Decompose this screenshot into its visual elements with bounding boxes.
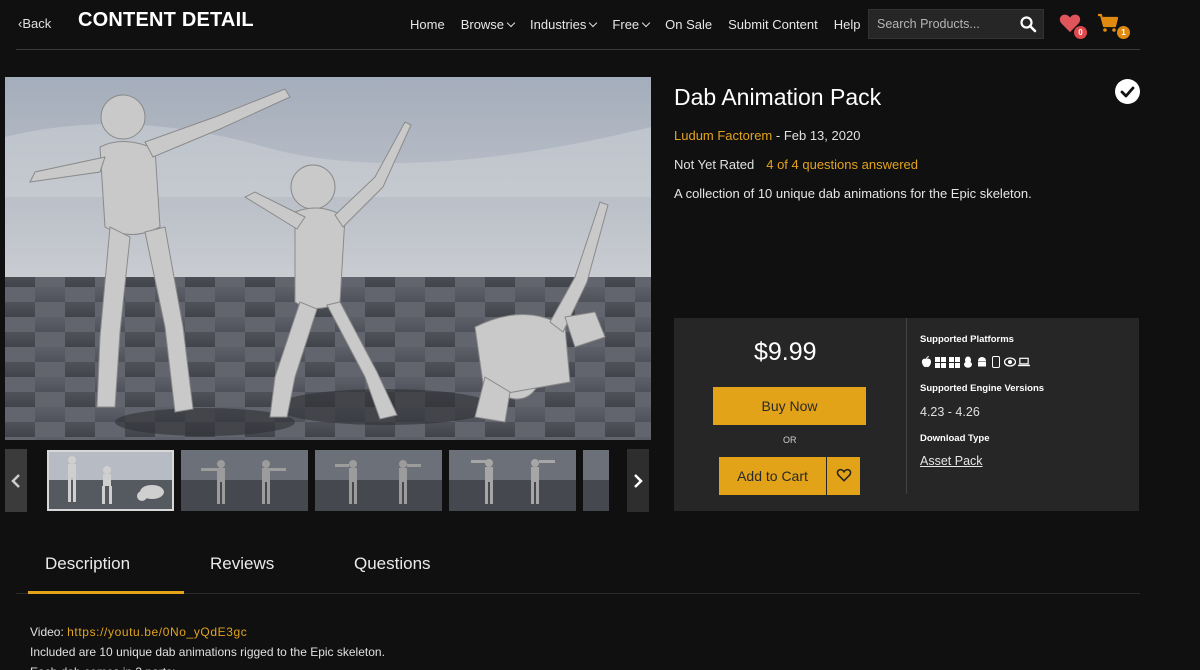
- chevron-right-icon: [634, 473, 643, 488]
- back-button[interactable]: ‹Back: [18, 16, 51, 31]
- chevron-down-icon: [506, 18, 516, 27]
- nav-browse[interactable]: Browse: [461, 17, 516, 32]
- thumbnail-4[interactable]: [449, 450, 576, 511]
- rating-status: Not Yet Rated: [674, 157, 755, 172]
- header-divider: [16, 49, 1140, 50]
- questions-link[interactable]: 4 of 4 questions answered: [766, 157, 918, 172]
- tab-description[interactable]: Description: [45, 554, 130, 574]
- thumbnail-1[interactable]: [47, 450, 174, 511]
- author-link[interactable]: Ludum Factorem: [674, 128, 772, 143]
- add-to-wishlist-button[interactable]: [827, 457, 860, 495]
- content-tabs: Description Reviews Questions: [16, 546, 1140, 594]
- price: $9.99: [754, 338, 817, 366]
- main-nav: Home Browse Industries Free On Sale Subm…: [410, 17, 877, 32]
- chevron-down-icon: [589, 18, 598, 27]
- product-title: Dab Animation Pack: [674, 84, 882, 110]
- thumbnail-carousel: [5, 449, 651, 512]
- tab-reviews[interactable]: Reviews: [210, 554, 274, 574]
- or-label: OR: [783, 435, 797, 445]
- short-description: A collection of 10 unique dab animations…: [674, 186, 1032, 201]
- description-line: Each dab comes in 3 parts:: [30, 662, 385, 670]
- apple-icon: [920, 356, 932, 368]
- thumbnail-2[interactable]: [181, 450, 308, 511]
- cart-icon: [1098, 13, 1119, 32]
- owned-check-icon[interactable]: [1115, 79, 1140, 104]
- thumbnail-5[interactable]: [583, 450, 609, 511]
- tab-questions[interactable]: Questions: [354, 554, 431, 574]
- thumbnail-image: [315, 450, 442, 511]
- android-icon: [976, 356, 988, 368]
- cart-count-badge: 1: [1117, 26, 1130, 39]
- active-tab-indicator: [28, 591, 184, 594]
- rating-row: Not Yet Rated 4 of 4 questions answered: [674, 157, 918, 172]
- release-date: - Feb 13, 2020: [772, 128, 861, 143]
- thumbnail-image: [47, 450, 174, 511]
- engine-heading: Supported Engine Versions: [920, 383, 1045, 394]
- chevron-left-icon: [11, 473, 20, 488]
- thumbnail-image: [449, 450, 576, 511]
- thumbnail-image: [181, 450, 308, 511]
- back-label: Back: [22, 16, 52, 31]
- linux-icon: [962, 356, 974, 368]
- product-meta: Ludum Factorem - Feb 13, 2020: [674, 128, 860, 143]
- header: ‹Back CONTENT DETAIL Home Browse Industr…: [0, 0, 1200, 50]
- buy-now-button[interactable]: Buy Now: [713, 387, 866, 425]
- search-box: [868, 9, 1044, 39]
- add-to-cart-button[interactable]: Add to Cart: [719, 457, 826, 495]
- chevron-down-icon: [641, 18, 651, 27]
- purchase-panel: $9.99 Buy Now OR Add to Cart Supported P…: [674, 318, 1139, 511]
- windows-icon: [934, 356, 946, 368]
- wishlist-count-badge: 0: [1074, 26, 1087, 39]
- engine-versions: 4.23 - 4.26: [920, 405, 980, 419]
- vr-icon: [1004, 356, 1016, 368]
- nav-help[interactable]: Help: [834, 17, 861, 32]
- search-input[interactable]: [869, 10, 1015, 38]
- page-title: CONTENT DETAIL: [78, 9, 254, 31]
- nav-free[interactable]: Free: [612, 17, 651, 32]
- product-main-image[interactable]: [5, 77, 651, 440]
- mannequin-scene-image: [5, 77, 651, 440]
- platforms-heading: Supported Platforms: [920, 334, 1014, 345]
- nav-home[interactable]: Home: [410, 17, 445, 32]
- search-icon[interactable]: [1019, 15, 1037, 33]
- video-link[interactable]: https://youtu.be/0No_yQdE3gc: [67, 625, 247, 639]
- download-type-link[interactable]: Asset Pack: [920, 454, 983, 468]
- wishlist-button[interactable]: 0: [1059, 11, 1087, 41]
- description-line: Included are 10 unique dab animations ri…: [30, 645, 385, 659]
- nav-industries[interactable]: Industries: [530, 17, 598, 32]
- download-heading: Download Type: [920, 433, 990, 444]
- panel-divider: [906, 318, 907, 494]
- description-body: Video: https://youtu.be/0No_yQdE3gc Incl…: [30, 622, 385, 670]
- nav-on-sale[interactable]: On Sale: [665, 17, 712, 32]
- windows-icon: [948, 356, 960, 368]
- carousel-next-button[interactable]: [627, 449, 649, 512]
- video-line: Video: https://youtu.be/0No_yQdE3gc: [30, 625, 248, 639]
- laptop-icon: [1018, 356, 1030, 368]
- thumbnail-image: [583, 450, 609, 511]
- cart-button[interactable]: 1: [1097, 11, 1131, 41]
- platform-icons: [920, 356, 1030, 368]
- heart-outline-icon: [836, 468, 851, 482]
- ios-device-icon: [990, 356, 1002, 368]
- thumbnail-3[interactable]: [315, 450, 442, 511]
- nav-submit-content[interactable]: Submit Content: [728, 17, 818, 32]
- carousel-prev-button[interactable]: [5, 449, 27, 512]
